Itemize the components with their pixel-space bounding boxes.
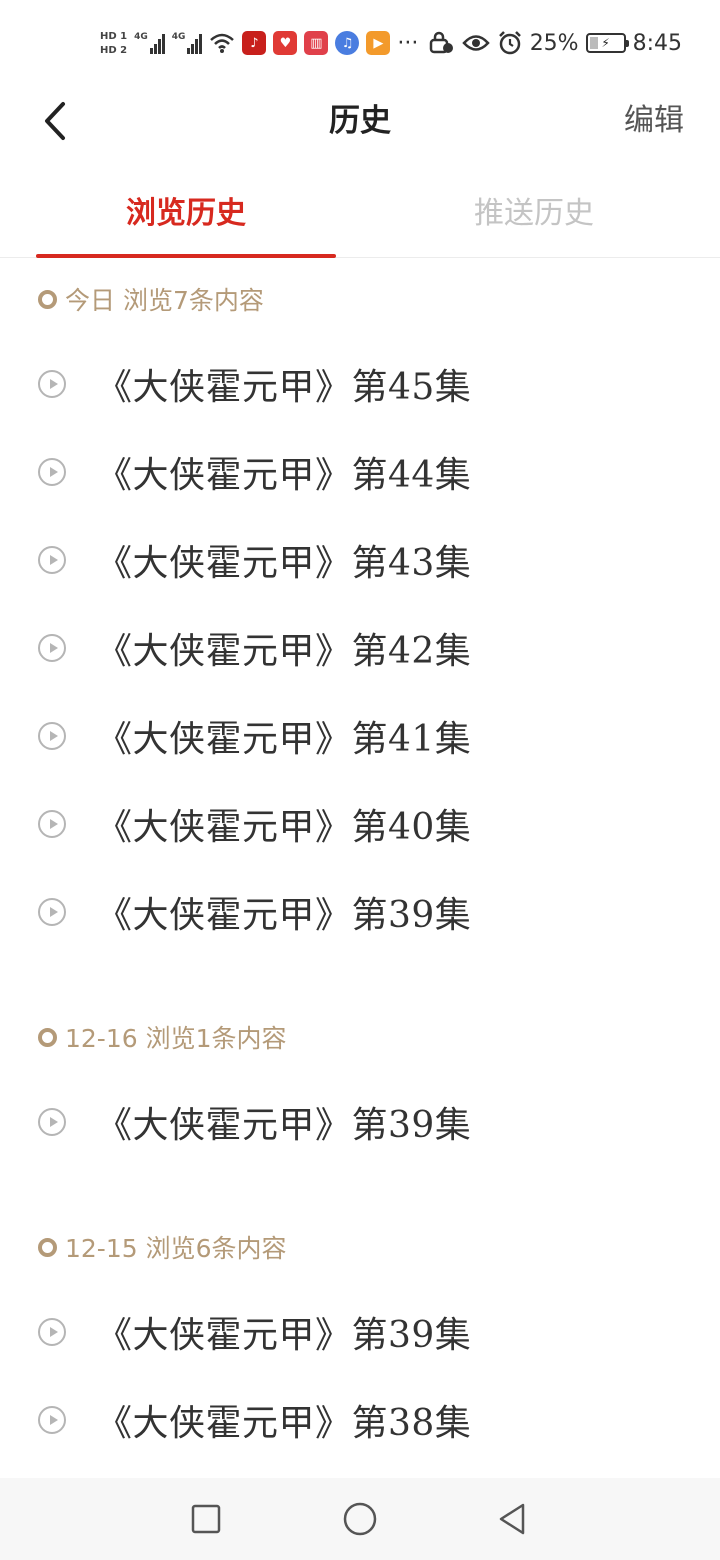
list-item[interactable]: 《大侠霍元甲》第40集: [0, 780, 720, 868]
play-circle-icon: [38, 634, 66, 662]
status-right: 25% ⚡ 8:45: [429, 30, 682, 56]
wifi-icon: [210, 33, 235, 53]
list-item[interactable]: 《大侠霍元甲》第44集: [0, 428, 720, 516]
item-title: 《大侠霍元甲》第39集: [96, 1315, 472, 1356]
music-app-icon: ♪: [242, 31, 267, 55]
header: 历史 编辑: [0, 86, 720, 156]
signal-1-icon: 4G: [134, 32, 165, 54]
system-back-button[interactable]: [489, 1496, 535, 1542]
network-1-label: 4G: [134, 32, 148, 42]
list-item[interactable]: 《大侠霍元甲》第41集: [0, 692, 720, 780]
status-left: HD 1 HD 2 4G 4G ♪ ♥ ▥ ♫ ▶ ···: [100, 31, 418, 56]
item-title: 《大侠霍元甲》第39集: [96, 895, 472, 936]
more-notifications: ···: [397, 30, 419, 56]
charging-bolt-icon: ⚡: [601, 36, 610, 50]
vpn-lock-icon: [429, 31, 453, 54]
group-dot-icon: [38, 1027, 57, 1047]
sim-indicators: HD 1 HD 2: [100, 31, 127, 56]
circle-icon: [343, 1502, 377, 1536]
triangle-back-icon: [499, 1503, 525, 1535]
network-2-label: 4G: [171, 32, 186, 42]
group-header-label: 12-15 浏览6条内容: [65, 1234, 287, 1263]
play-circle-icon: [38, 1108, 66, 1136]
play-circle-icon: [38, 458, 66, 486]
history-list: 今日 浏览7条内容 《大侠霍元甲》第45集 《大侠霍元甲》第44集 《大侠霍元甲…: [0, 258, 720, 1464]
eye-icon: [461, 35, 490, 51]
group-header-today: 今日 浏览7条内容: [0, 258, 720, 340]
battery-icon: ⚡: [585, 33, 629, 53]
page-title: 历史: [329, 103, 391, 139]
tab-browse-history[interactable]: 浏览历史: [36, 170, 336, 258]
list-item[interactable]: 《大侠霍元甲》第39集: [0, 868, 720, 956]
clock: 8:45: [632, 30, 682, 56]
list-item[interactable]: 《大侠霍元甲》第43集: [0, 516, 720, 604]
tab-push-history[interactable]: 推送历史: [384, 170, 684, 258]
item-title: 《大侠霍元甲》第43集: [96, 543, 472, 584]
group-header-label: 12-16 浏览1条内容: [65, 1024, 287, 1053]
tab-bar: 浏览历史 推送历史: [0, 170, 720, 258]
home-button[interactable]: [337, 1496, 383, 1542]
edit-button[interactable]: 编辑: [624, 86, 684, 156]
play-circle-icon: [38, 370, 66, 398]
square-icon: [191, 1504, 221, 1534]
signal-2-icon: 4G: [172, 32, 203, 54]
item-title: 《大侠霍元甲》第39集: [96, 1105, 472, 1146]
item-title: 《大侠霍元甲》第44集: [96, 455, 472, 496]
alarm-icon: [498, 31, 521, 55]
item-title: 《大侠霍元甲》第42集: [96, 631, 472, 672]
item-title: 《大侠霍元甲》第45集: [96, 367, 472, 408]
group-dot-icon: [38, 1237, 57, 1257]
play-circle-icon: [38, 810, 66, 838]
list-item[interactable]: 《大侠霍元甲》第39集: [0, 1288, 720, 1376]
play-circle-icon: [38, 546, 66, 574]
item-title: 《大侠霍元甲》第38集: [96, 1403, 472, 1444]
list-item[interactable]: 《大侠霍元甲》第39集: [0, 1078, 720, 1166]
video-app-icon: ▶: [366, 31, 391, 55]
history-screen: HD 1 HD 2 4G 4G ♪ ♥ ▥ ♫ ▶ ··· 25% ⚡ 8:45…: [0, 0, 720, 1560]
item-title: 《大侠霍元甲》第40集: [96, 807, 472, 848]
group-header-1215: 12-15 浏览6条内容: [0, 1206, 720, 1288]
group-dot-icon: [38, 289, 57, 309]
item-title: 《大侠霍元甲》第41集: [96, 719, 472, 760]
system-nav-bar: [0, 1478, 720, 1560]
battery-percent: 25%: [529, 30, 579, 56]
note-app-icon: ♫: [335, 31, 360, 55]
play-circle-icon: [38, 722, 66, 750]
play-circle-icon: [38, 898, 66, 926]
group-header-1216: 12-16 浏览1条内容: [0, 996, 720, 1078]
list-item[interactable]: 《大侠霍元甲》第42集: [0, 604, 720, 692]
sim2-indicator: HD 2: [100, 44, 128, 56]
recent-apps-button[interactable]: [183, 1496, 229, 1542]
group-header-label: 今日 浏览7条内容: [65, 286, 264, 315]
play-circle-icon: [38, 1406, 66, 1434]
status-bar: HD 1 HD 2 4G 4G ♪ ♥ ▥ ♫ ▶ ··· 25% ⚡ 8:45: [0, 0, 720, 86]
play-circle-icon: [38, 1318, 66, 1346]
heart-app-icon: ♥: [273, 31, 298, 55]
sim1-indicator: HD 1: [100, 30, 128, 42]
list-item[interactable]: 《大侠霍元甲》第38集: [0, 1376, 720, 1464]
list-item[interactable]: 《大侠霍元甲》第45集: [0, 340, 720, 428]
book-app-icon: ▥: [304, 31, 329, 55]
